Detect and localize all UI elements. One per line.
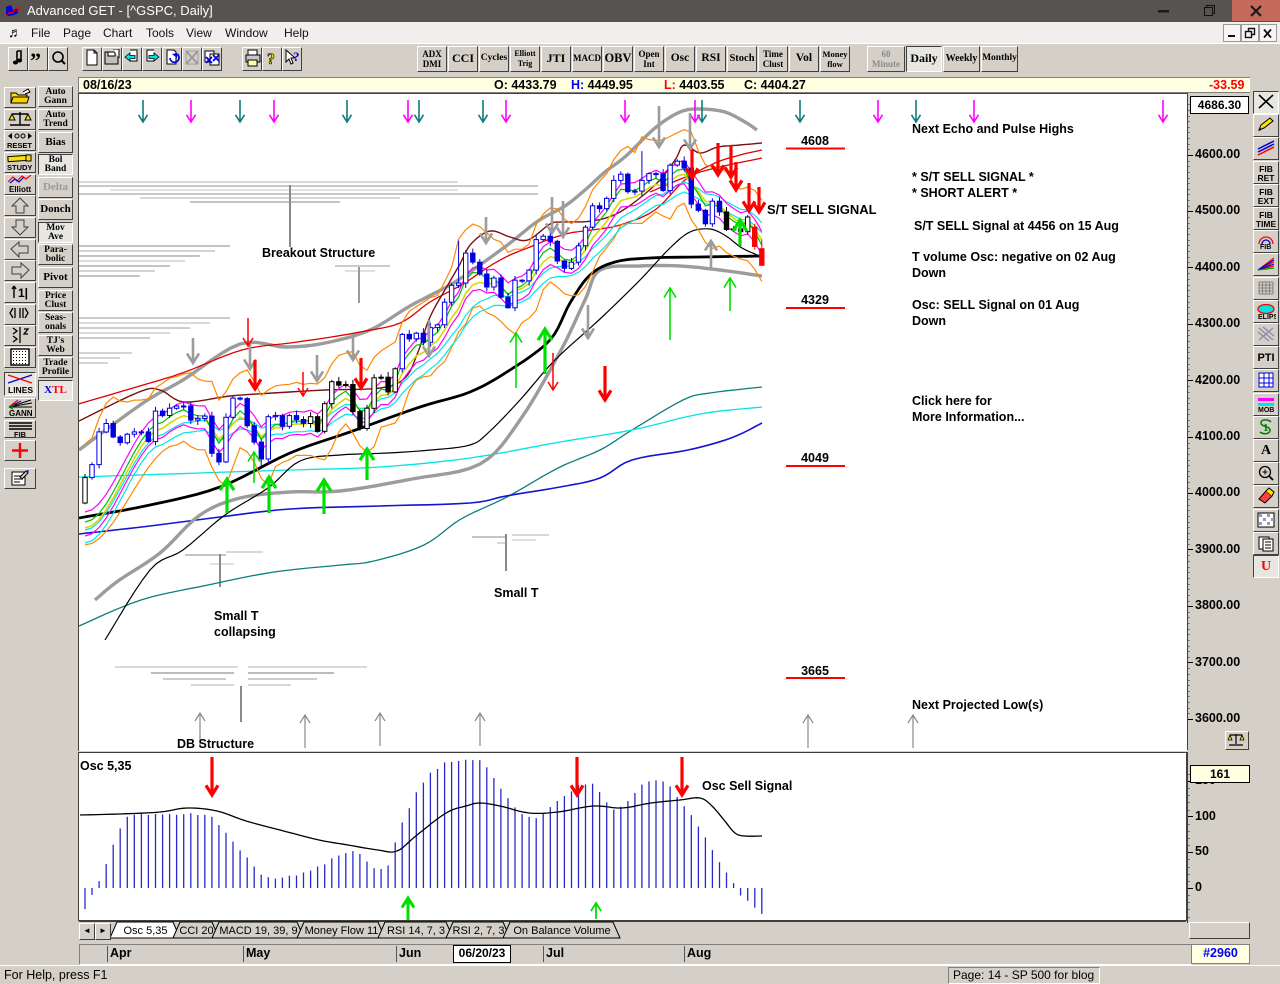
svg-text:Elliott: Elliott <box>9 185 32 194</box>
svg-text:FIB: FIB <box>14 430 27 437</box>
svg-text:RESET: RESET <box>7 141 32 150</box>
svg-text:Osc Sell Signal: Osc Sell Signal <box>702 779 792 793</box>
svg-text:ELIPS: ELIPS <box>1258 314 1276 320</box>
svg-text:?: ? <box>293 49 300 64</box>
svg-text:T volume Osc: negative on 02 A: T volume Osc: negative on 02 Aug <box>912 250 1116 264</box>
svg-text:FIB: FIB <box>1260 244 1271 250</box>
svg-text:More Information...: More Information... <box>912 410 1025 424</box>
svg-text:LINES: LINES <box>8 385 33 395</box>
svg-text:CCI 20: CCI 20 <box>179 925 213 937</box>
svg-text:4608: 4608 <box>801 134 829 148</box>
svg-text:STUDY: STUDY <box>7 163 32 172</box>
svg-text:* SHORT ALERT *: * SHORT ALERT * <box>912 186 1017 200</box>
svg-text:S/T SELL Signal at 4456 on 15: S/T SELL Signal at 4456 on 15 Aug <box>914 219 1119 233</box>
svg-text:On Balance Volume: On Balance Volume <box>513 925 610 937</box>
svg-text:collapsing: collapsing <box>214 625 276 639</box>
svg-text:Small T: Small T <box>214 609 259 623</box>
svg-text:3665: 3665 <box>801 664 829 678</box>
svg-text:Breakout Structure: Breakout Structure <box>262 246 375 260</box>
svg-text:Osc 5,35: Osc 5,35 <box>123 925 167 937</box>
svg-text:MACD 19, 39, 9: MACD 19, 39, 9 <box>219 925 297 937</box>
svg-text:Next Projected Low(s): Next Projected Low(s) <box>912 698 1043 712</box>
svg-text:Down: Down <box>912 314 946 328</box>
svg-text:Next Echo and Pulse Highs: Next Echo and Pulse Highs <box>912 122 1074 136</box>
svg-text:S/T SELL SIGNAL: S/T SELL SIGNAL <box>767 202 877 217</box>
svg-text:Money Flow 11: Money Flow 11 <box>305 925 379 937</box>
svg-text:Osc 5,35: Osc 5,35 <box>80 759 131 773</box>
svg-text:1|: 1| <box>18 286 28 300</box>
svg-text:Small T: Small T <box>494 586 539 600</box>
svg-text:RSI 2, 7, 3: RSI 2, 7, 3 <box>453 925 505 937</box>
svg-text:1: 1 <box>1263 422 1269 434</box>
svg-text:Osc: SELL Signal on 01 Aug: Osc: SELL Signal on 01 Aug <box>912 298 1079 312</box>
svg-text:RSI 14, 7, 3: RSI 14, 7, 3 <box>387 925 445 937</box>
svg-text:Down: Down <box>912 266 946 280</box>
svg-text:4329: 4329 <box>801 293 829 307</box>
svg-text:?: ? <box>267 51 275 67</box>
svg-text:* S/T SELL SIGNAL *: * S/T SELL SIGNAL * <box>912 170 1034 184</box>
svg-text:DB Structure: DB Structure <box>177 737 254 750</box>
svg-text:MOB: MOB <box>1258 407 1274 413</box>
svg-text:”: ” <box>30 49 41 67</box>
svg-text:4049: 4049 <box>801 451 829 465</box>
svg-text:Click here for: Click here for <box>912 394 992 408</box>
svg-text:GANN: GANN <box>9 409 33 417</box>
